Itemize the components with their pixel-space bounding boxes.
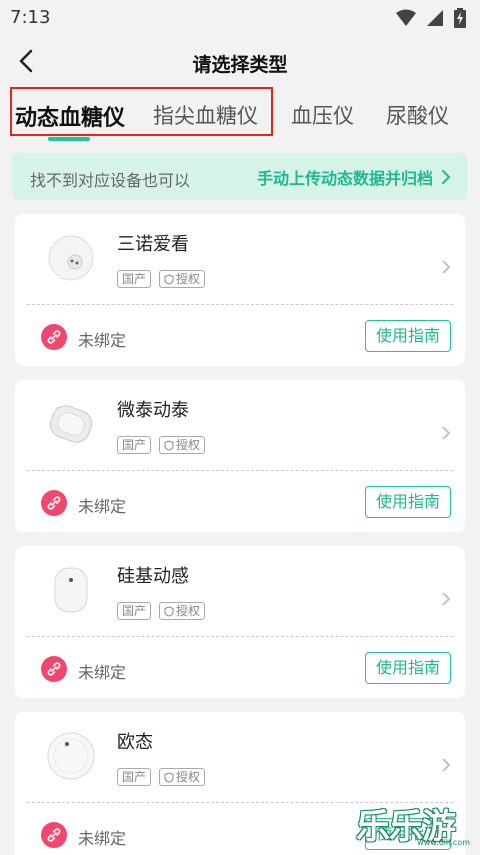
device-tags: 国产 授权 bbox=[117, 602, 206, 620]
device-name: 硅基动感 bbox=[117, 566, 189, 587]
tag-domestic: 国产 bbox=[117, 270, 152, 288]
tag-authorized: 授权 bbox=[159, 768, 206, 786]
device-image-guiji bbox=[54, 567, 88, 613]
shield-icon bbox=[164, 771, 174, 783]
link-icon bbox=[41, 324, 67, 350]
tag-authorized: 授权 bbox=[159, 270, 206, 288]
status-time: 7:13 bbox=[10, 7, 51, 28]
bind-status: 未绑定 bbox=[78, 829, 127, 848]
user-guide-button[interactable]: 使用指南 bbox=[365, 486, 451, 518]
link-icon bbox=[41, 490, 67, 516]
tag-authorized-label: 授权 bbox=[176, 438, 201, 452]
status-bar: 7:13 bbox=[0, 0, 480, 36]
device-tags: 国产 授权 bbox=[117, 768, 206, 786]
shield-icon bbox=[164, 605, 174, 617]
device-tags: 国产 授权 bbox=[117, 270, 206, 288]
shield-icon bbox=[164, 273, 174, 285]
watermark-url: www.6lll.com bbox=[417, 838, 470, 847]
banner-text: 找不到对应设备也可以 bbox=[30, 171, 191, 190]
tag-domestic: 国产 bbox=[117, 602, 152, 620]
divider bbox=[27, 636, 453, 637]
device-card[interactable]: 微泰动泰 国产 授权 未绑定 使用指南 bbox=[15, 380, 465, 532]
active-tab-indicator bbox=[48, 137, 90, 141]
site-watermark: 乐乐游戏 www.6lll.com bbox=[356, 799, 474, 847]
wifi-icon bbox=[396, 9, 416, 26]
banner-link-label: 手动上传动态数据并归档 bbox=[256, 169, 433, 188]
device-name: 三诺爱看 bbox=[117, 234, 189, 255]
status-icons bbox=[396, 8, 466, 28]
battery-charging-icon bbox=[454, 8, 466, 28]
manual-upload-banner[interactable]: 找不到对应设备也可以 手动上传动态数据并归档 bbox=[12, 153, 467, 200]
user-guide-button[interactable]: 使用指南 bbox=[365, 320, 451, 352]
device-image-weitai bbox=[49, 405, 93, 443]
signal-icon bbox=[427, 10, 443, 26]
link-icon bbox=[41, 822, 67, 848]
chevron-right-icon bbox=[442, 260, 451, 274]
bind-status: 未绑定 bbox=[78, 497, 127, 516]
tab-uric-acid[interactable]: 尿酸仪 bbox=[386, 100, 449, 130]
chevron-right-icon bbox=[442, 170, 451, 184]
nav-bar: 请选择类型 bbox=[0, 38, 480, 86]
tag-authorized: 授权 bbox=[159, 602, 206, 620]
tab-blood-pressure[interactable]: 血压仪 bbox=[291, 100, 354, 130]
device-name: 微泰动泰 bbox=[117, 400, 189, 421]
user-guide-button[interactable]: 使用指南 bbox=[365, 652, 451, 684]
device-tags: 国产 授权 bbox=[117, 436, 206, 454]
device-card[interactable]: 硅基动感 国产 授权 未绑定 使用指南 bbox=[15, 546, 465, 698]
manual-upload-link[interactable]: 手动上传动态数据并归档 bbox=[257, 165, 451, 189]
tag-authorized-label: 授权 bbox=[176, 272, 201, 286]
bind-status: 未绑定 bbox=[78, 331, 127, 350]
device-image-sannuo bbox=[48, 235, 94, 281]
device-name: 欧态 bbox=[117, 732, 153, 753]
highlight-annotation-box bbox=[10, 87, 273, 136]
device-card[interactable]: 三诺爱看 国产 授权 未绑定 使用指南 bbox=[15, 214, 465, 366]
device-image-outai bbox=[47, 732, 95, 780]
chevron-right-icon bbox=[442, 426, 451, 440]
divider bbox=[27, 304, 453, 305]
shield-icon bbox=[164, 439, 174, 451]
bind-status: 未绑定 bbox=[78, 663, 127, 682]
chevron-right-icon bbox=[442, 758, 451, 772]
tag-authorized: 授权 bbox=[159, 436, 206, 454]
tag-domestic: 国产 bbox=[117, 768, 152, 786]
tag-domestic: 国产 bbox=[117, 436, 152, 454]
tag-authorized-label: 授权 bbox=[176, 604, 201, 618]
link-icon bbox=[41, 656, 67, 682]
chevron-right-icon bbox=[442, 592, 451, 606]
divider bbox=[27, 470, 453, 471]
page-title: 请选择类型 bbox=[192, 54, 288, 76]
tag-authorized-label: 授权 bbox=[176, 770, 201, 784]
